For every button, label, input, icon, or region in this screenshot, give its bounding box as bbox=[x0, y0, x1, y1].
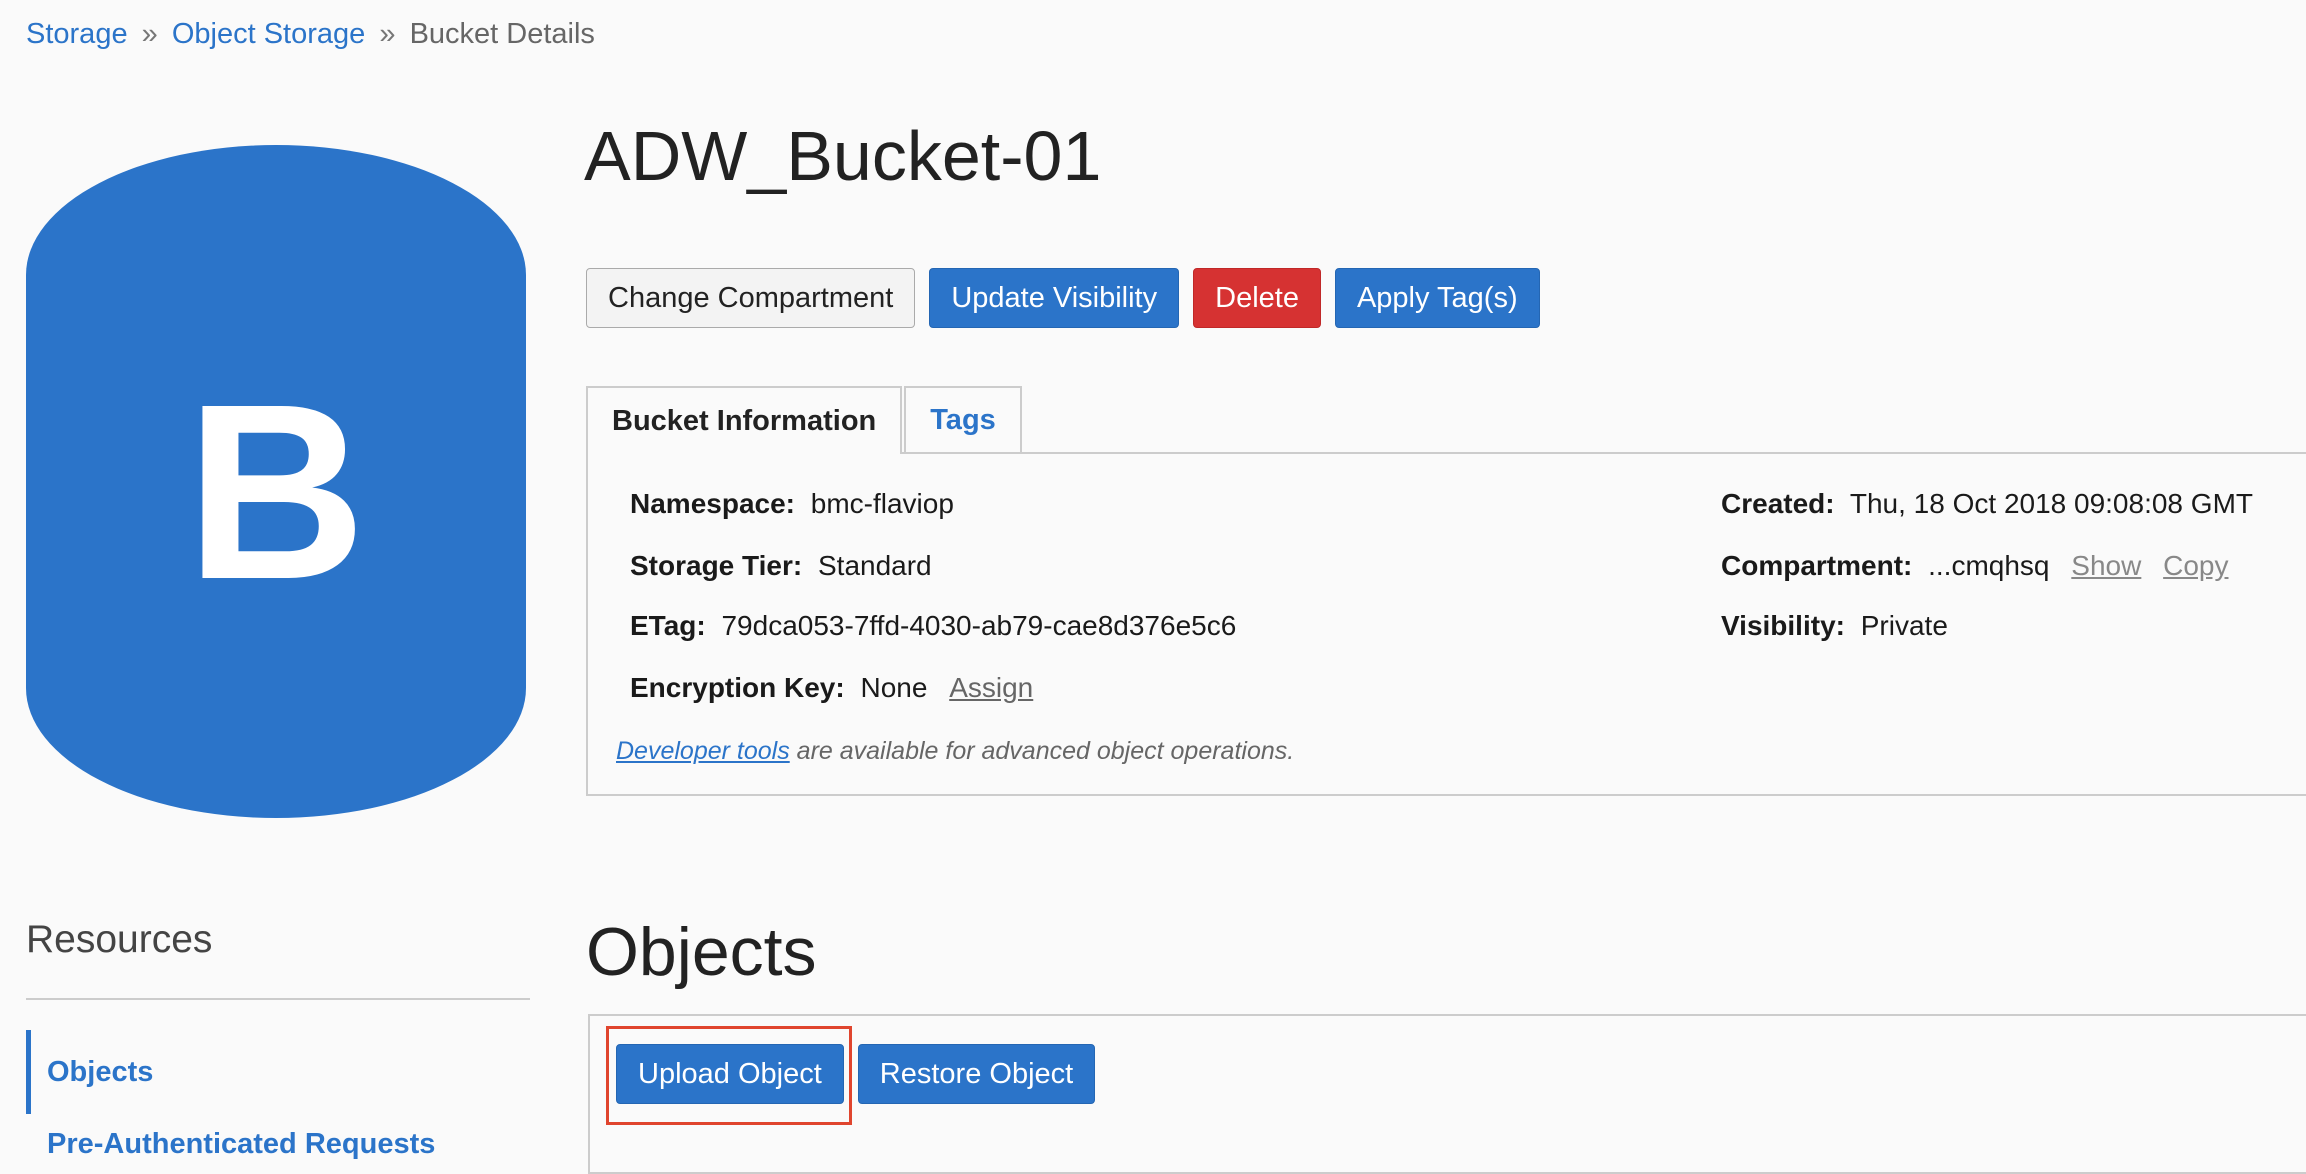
visibility-row: Visibility: Private bbox=[1721, 610, 1948, 642]
breadcrumb-separator: » bbox=[141, 18, 158, 50]
sidebar-item-objects[interactable]: Objects bbox=[26, 1030, 506, 1114]
namespace-row: Namespace: bmc-flaviop bbox=[630, 488, 954, 520]
breadcrumb: Storage » Object Storage » Bucket Detail… bbox=[26, 18, 595, 51]
assign-encryption-key-link[interactable]: Assign bbox=[949, 672, 1033, 703]
upload-object-button[interactable]: Upload Object bbox=[616, 1044, 844, 1104]
developer-tools-link[interactable]: Developer tools bbox=[616, 737, 790, 765]
restore-object-button[interactable]: Restore Object bbox=[857, 1044, 1096, 1104]
encryption-key-label: Encryption Key: bbox=[630, 672, 845, 703]
compartment-value: ...cmqhsq bbox=[1928, 550, 2050, 581]
developer-tools-note: Developer tools are available for advanc… bbox=[616, 737, 1294, 766]
visibility-label: Visibility: bbox=[1721, 610, 1845, 641]
breadcrumb-storage-link[interactable]: Storage bbox=[26, 18, 128, 50]
breadcrumb-current: Bucket Details bbox=[409, 18, 595, 50]
visibility-value: Private bbox=[1860, 610, 1948, 641]
info-tabs: Bucket Information Tags bbox=[586, 386, 1022, 454]
update-visibility-button[interactable]: Update Visibility bbox=[929, 268, 1180, 328]
created-value: Thu, 18 Oct 2018 09:08:08 GMT bbox=[1849, 488, 2253, 519]
created-label: Created: bbox=[1721, 488, 1835, 519]
delete-button[interactable]: Delete bbox=[1193, 268, 1321, 328]
etag-label: ETag: bbox=[630, 610, 706, 641]
resources-divider bbox=[26, 998, 530, 1000]
bucket-actions: Change Compartment Update Visibility Del… bbox=[586, 268, 1540, 328]
developer-tools-note-text: are available for advanced object operat… bbox=[789, 737, 1295, 765]
bucket-info-panel: Namespace: bmc-flaviop Storage Tier: Sta… bbox=[586, 452, 2306, 796]
namespace-label: Namespace: bbox=[630, 488, 795, 519]
show-compartment-link[interactable]: Show bbox=[2071, 550, 2141, 581]
storage-tier-row: Storage Tier: Standard bbox=[630, 550, 932, 582]
namespace-value: bmc-flaviop bbox=[810, 488, 954, 519]
encryption-key-value: None bbox=[860, 672, 928, 703]
tab-tags[interactable]: Tags bbox=[904, 386, 1022, 452]
breadcrumb-separator: » bbox=[379, 18, 396, 50]
compartment-label: Compartment: bbox=[1721, 550, 1913, 581]
storage-tier-value: Standard bbox=[817, 550, 932, 581]
sidebar-item-pre-authenticated-requests[interactable]: Pre-Authenticated Requests bbox=[47, 1128, 435, 1161]
copy-compartment-link[interactable]: Copy bbox=[2163, 550, 2228, 581]
bucket-icon: B bbox=[26, 145, 526, 818]
created-row: Created: Thu, 18 Oct 2018 09:08:08 GMT bbox=[1721, 488, 2253, 520]
etag-row: ETag: 79dca053-7ffd-4030-ab79-cae8d376e5… bbox=[630, 610, 1236, 642]
objects-section-title: Objects bbox=[586, 914, 817, 990]
change-compartment-button[interactable]: Change Compartment bbox=[586, 268, 916, 328]
tab-bucket-information[interactable]: Bucket Information bbox=[586, 386, 903, 454]
objects-actions: Upload Object Restore Object bbox=[616, 1044, 1096, 1104]
apply-tags-button[interactable]: Apply Tag(s) bbox=[1334, 268, 1540, 328]
encryption-key-row: Encryption Key: None Assign bbox=[630, 672, 1033, 704]
resources-title: Resources bbox=[26, 918, 213, 961]
page-title: ADW_Bucket-01 bbox=[584, 117, 1102, 195]
bucket-icon-letter: B bbox=[185, 351, 367, 631]
etag-value: 79dca053-7ffd-4030-ab79-cae8d376e5c6 bbox=[721, 610, 1237, 641]
breadcrumb-object-storage-link[interactable]: Object Storage bbox=[172, 18, 365, 50]
storage-tier-label: Storage Tier: bbox=[630, 550, 803, 581]
compartment-row: Compartment: ...cmqhsq Show Copy bbox=[1721, 550, 2229, 582]
